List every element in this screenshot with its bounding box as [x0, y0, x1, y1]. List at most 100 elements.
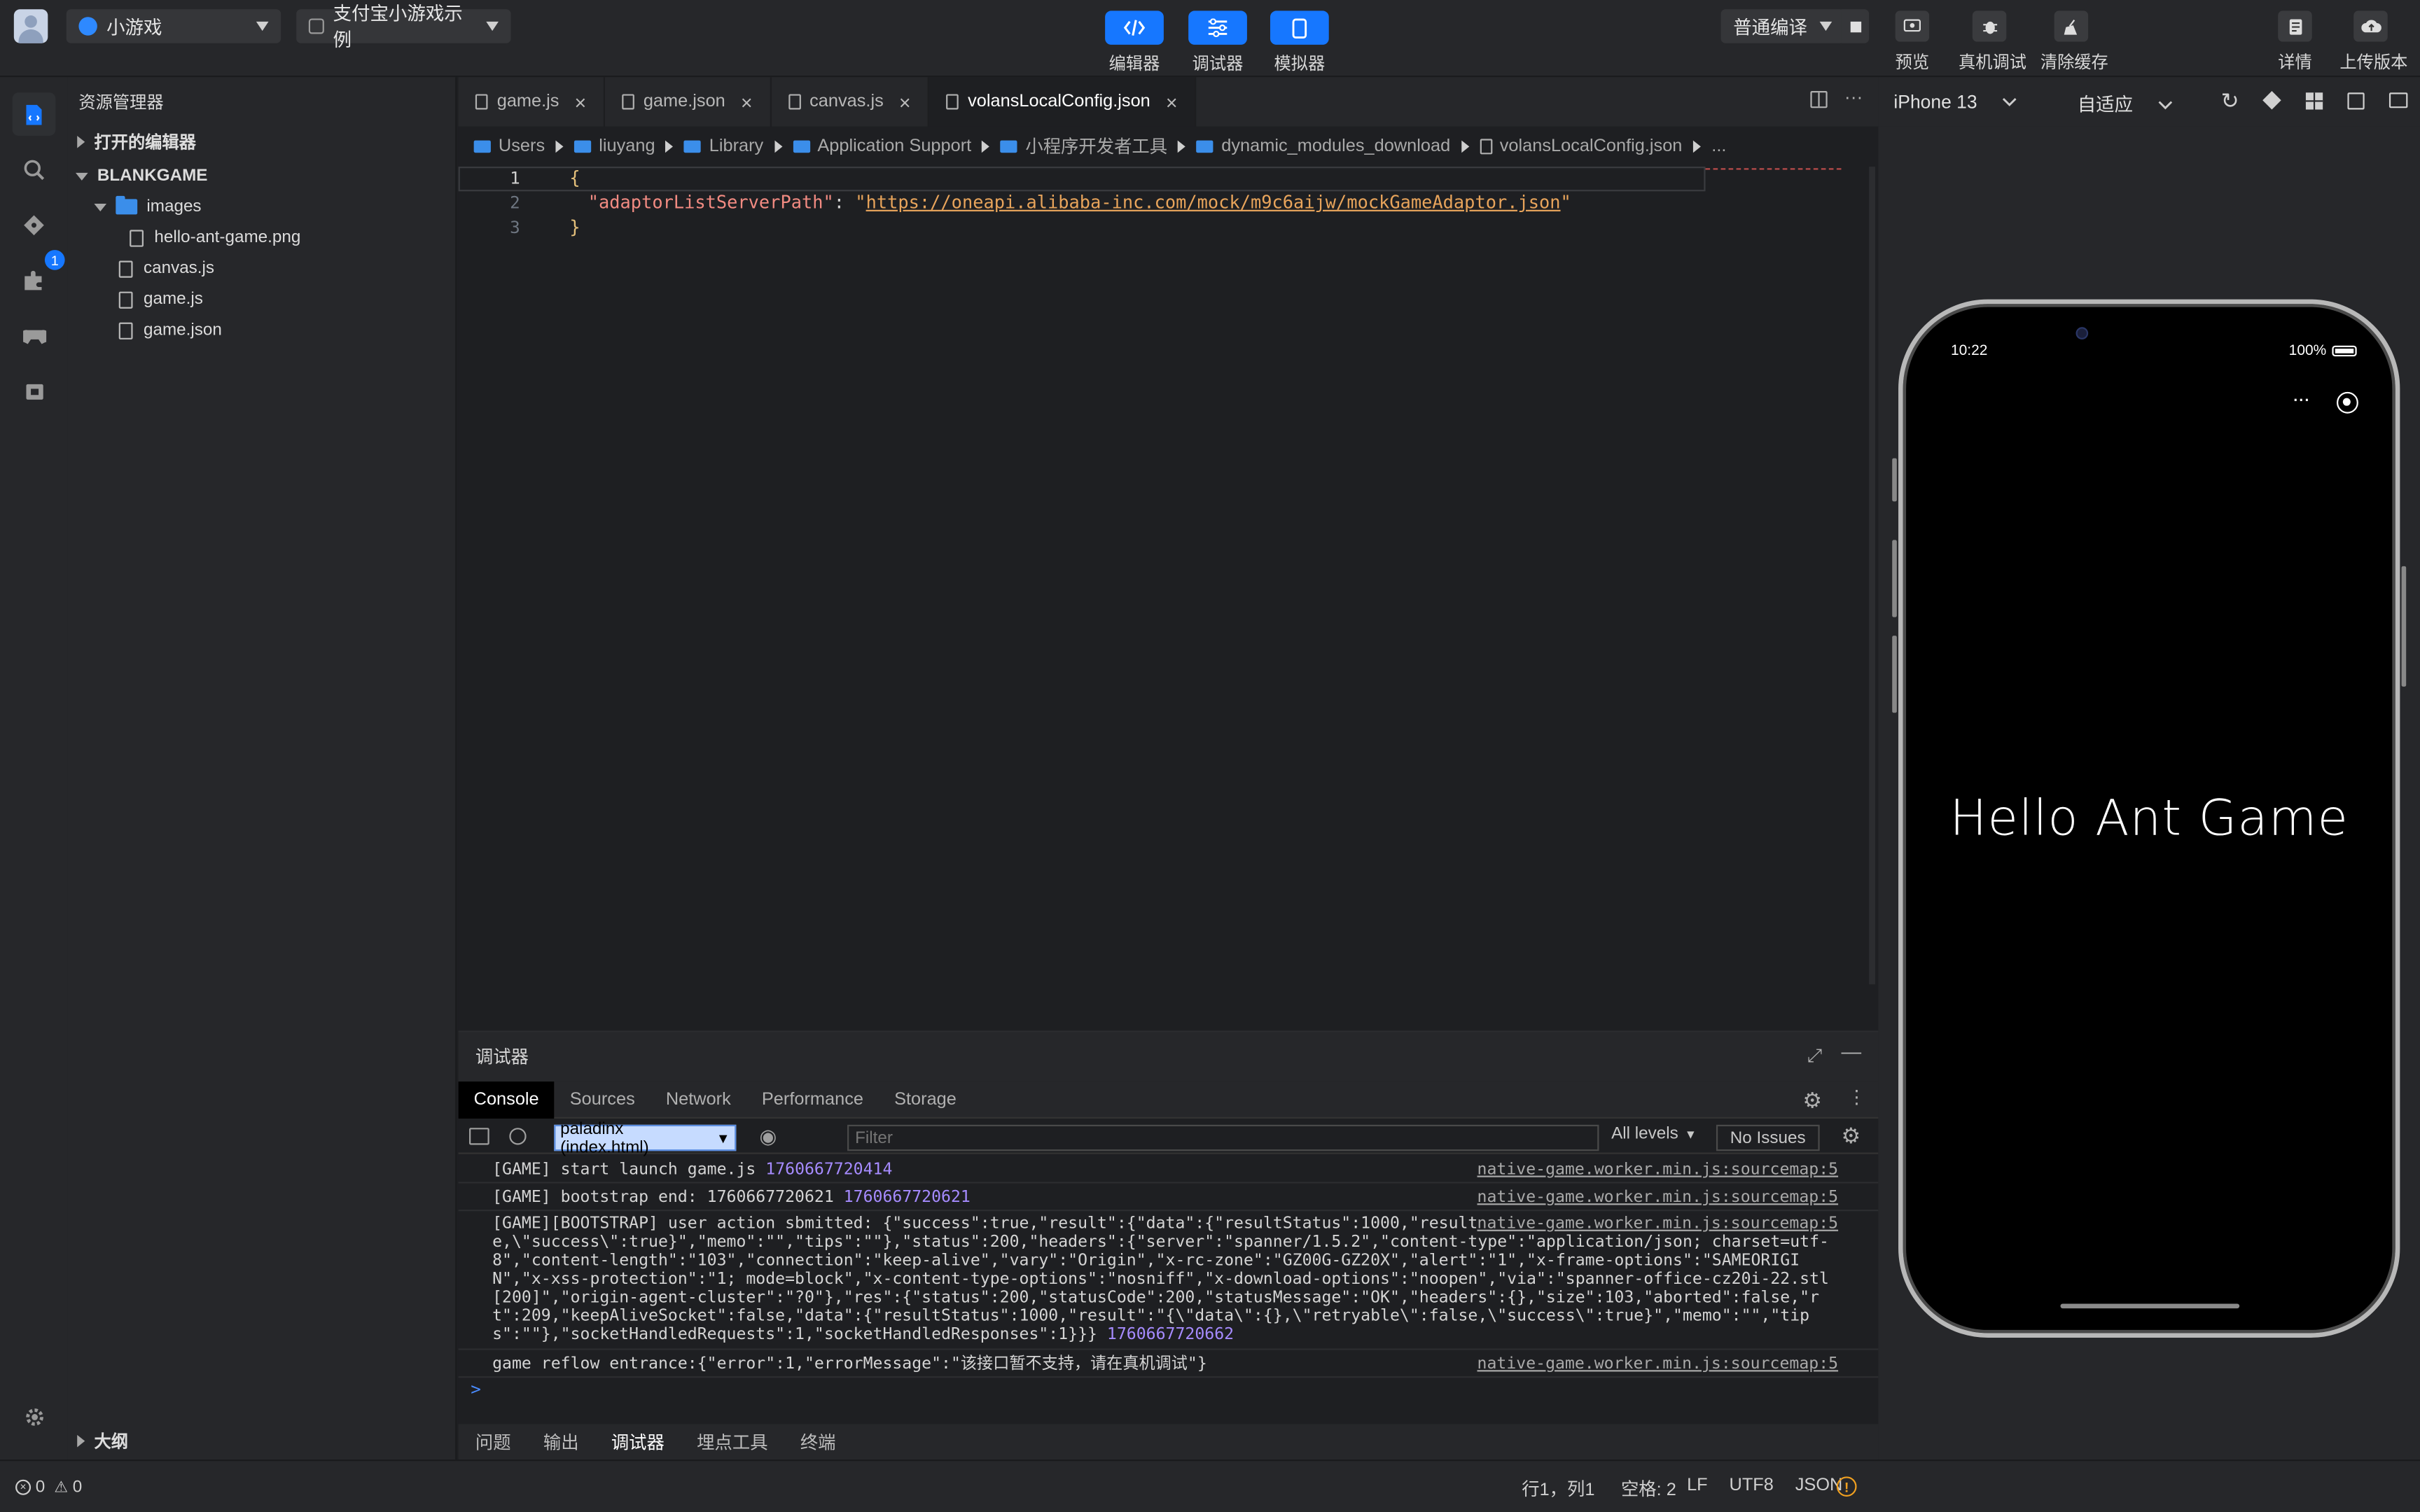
scale-dropdown[interactable]: 自适应 [2078, 91, 2174, 117]
editor-scrollbar[interactable] [1869, 167, 1875, 985]
tab-storage[interactable]: Storage [879, 1081, 972, 1118]
device-dropdown[interactable]: iPhone 13 [1893, 91, 2017, 113]
tab-network[interactable]: Network [651, 1081, 746, 1118]
preview-button[interactable]: 预览 [1882, 10, 1943, 74]
breadcrumb-item[interactable]: dynamic_modules_download [1197, 137, 1450, 156]
issues-button[interactable]: No Issues [1716, 1124, 1820, 1152]
notification-icon[interactable]: ! [1836, 1476, 1857, 1497]
game-activity-button[interactable] [13, 315, 56, 358]
source-control-activity-button[interactable] [13, 204, 56, 247]
close-icon[interactable]: × [899, 90, 911, 113]
store-activity-button[interactable] [13, 370, 56, 414]
breadcrumb-item[interactable]: volansLocalConfig.json [1480, 137, 1682, 156]
breadcrumb-item[interactable]: liuyang [573, 137, 655, 156]
settings-gear-icon[interactable]: ⚙ [1802, 1088, 1822, 1114]
tab-tracking-tool[interactable]: 埋点工具 [697, 1429, 767, 1454]
grid-icon[interactable] [2305, 92, 2323, 110]
sidebar-toggle-icon[interactable] [469, 1128, 489, 1145]
tab-performance[interactable]: Performance [746, 1081, 879, 1118]
close-icon[interactable]: × [575, 90, 587, 113]
kebab-menu-icon[interactable]: ⋮ [1847, 1086, 1865, 1108]
close-capsule-icon[interactable] [2337, 391, 2358, 414]
device-debug-button[interactable]: 真机调试 [1959, 10, 2026, 74]
mode-editor-button[interactable]: 编辑器 [1093, 10, 1176, 76]
console-prompt[interactable]: > [471, 1379, 481, 1399]
tab-game-js[interactable]: game.js × [459, 77, 605, 127]
tree-item-game-js[interactable]: game.js [68, 284, 455, 315]
screenshot-icon[interactable] [2347, 92, 2365, 110]
tab-game-json[interactable]: game.json × [605, 77, 772, 127]
tab-canvas-js[interactable]: canvas.js × [771, 77, 930, 127]
gear-icon [25, 1408, 43, 1425]
log-source-link[interactable]: native-game.worker.min.js:sourcemap:5 [1477, 1214, 1839, 1233]
more-icon[interactable]: ··· [2292, 387, 2310, 409]
tab-problems[interactable]: 问题 [475, 1429, 511, 1454]
tab-label: game.js [496, 92, 559, 111]
minimize-icon[interactable]: — [1841, 1040, 1861, 1063]
project-root[interactable]: BLANKGAME [68, 160, 455, 191]
breadcrumb-item[interactable]: Users [473, 137, 545, 156]
compile-mode-dropdown[interactable]: 普通编译 [1720, 9, 1844, 43]
clear-console-icon[interactable] [509, 1128, 527, 1145]
log-source-link[interactable]: native-game.worker.min.js:sourcemap:5 [1477, 1188, 1839, 1206]
tab-debugger[interactable]: 调试器 [611, 1429, 665, 1454]
tree-item-images[interactable]: images [68, 191, 455, 222]
json-url-link[interactable]: https://oneapi.alibaba-inc.com/mock/m9c6… [866, 191, 1561, 213]
indentation[interactable]: 空格: 2 [1621, 1476, 1676, 1501]
log-source-link[interactable]: native-game.worker.min.js:sourcemap:5 [1477, 1354, 1839, 1373]
open-editors-section[interactable]: 打开的编辑器 [68, 127, 455, 158]
refresh-icon[interactable]: ↻ [2221, 88, 2239, 114]
mode-debugger-button[interactable]: 调试器 [1176, 10, 1260, 76]
console-filter-input[interactable] [847, 1124, 1599, 1152]
cursor-position[interactable]: 行1，列1 [1522, 1476, 1594, 1501]
details-button[interactable]: 详情 [2264, 10, 2325, 74]
mode-simulator-button[interactable]: 模拟器 [1258, 10, 1341, 76]
search-activity-button[interactable] [13, 148, 56, 192]
code-line: "adaptorListServerPath": "https://oneapi… [588, 191, 1571, 213]
tab-console[interactable]: Console [458, 1080, 555, 1118]
tree-item-canvas-js[interactable]: canvas.js [68, 253, 455, 284]
outline-section[interactable]: 大纲 [77, 1426, 128, 1457]
close-icon[interactable]: × [741, 90, 753, 113]
folder-icon [1001, 140, 1018, 153]
stop-button[interactable] [1841, 9, 1870, 43]
explorer-activity-button[interactable] [12, 92, 56, 136]
log-source-link[interactable]: native-game.worker.min.js:sourcemap:5 [1477, 1160, 1839, 1178]
problems-indicator[interactable]: × 0 ⚠ 0 [15, 1478, 82, 1497]
upload-button[interactable]: 上传版本 [2339, 10, 2407, 74]
cube-icon[interactable] [2262, 91, 2281, 110]
window-icon[interactable] [2388, 92, 2408, 108]
line-ending[interactable]: LF [1687, 1476, 1708, 1494]
tab-terminal[interactable]: 终端 [800, 1429, 836, 1454]
project-name-dropdown[interactable]: 支付宝小游戏示例 [296, 3, 511, 51]
breadcrumb-item[interactable]: 小程序开发者工具 [1001, 134, 1167, 159]
tree-item-game-json[interactable]: game.json [68, 315, 455, 346]
tab-output[interactable]: 输出 [543, 1429, 579, 1454]
project-type-dropdown[interactable]: 小游戏 [66, 9, 281, 43]
console-settings-icon[interactable]: ⚙ [1841, 1124, 1861, 1149]
context-selector[interactable]: paladinx (index.html) ▼ [554, 1119, 737, 1156]
extensions-activity-button[interactable]: 1 [13, 250, 65, 302]
breadcrumb-label: Application Support [817, 137, 972, 156]
tree-item-hello-ant-game[interactable]: hello-ant-game.png [68, 222, 455, 253]
chevron-down-icon [76, 172, 88, 180]
split-editor-icon[interactable] [1810, 91, 1828, 108]
breadcrumb-item[interactable]: Library [684, 137, 763, 156]
code-editor[interactable]: 1 2 3 { "adaptorListServerPath": "https:… [458, 167, 1879, 1031]
tab-volans-local-config[interactable]: volansLocalConfig.json × [929, 77, 1197, 127]
breadcrumb-item[interactable]: ... [1711, 137, 1726, 155]
more-icon[interactable]: ··· [1844, 86, 1863, 108]
settings-activity-button[interactable] [13, 1395, 56, 1438]
language-mode[interactable]: JSON [1795, 1476, 1843, 1494]
debugger-header: 调试器 ⤢ — [458, 1032, 1879, 1082]
clear-cache-button[interactable]: 清除缓存 [2040, 10, 2108, 74]
close-icon[interactable]: × [1166, 90, 1178, 113]
avatar[interactable] [13, 9, 48, 43]
breadcrumb-item[interactable]: Application Support [793, 137, 972, 156]
eye-icon[interactable]: ◉ [759, 1125, 777, 1149]
encoding[interactable]: UTF8 [1730, 1476, 1774, 1494]
maximize-icon[interactable]: ⤢ [1807, 1044, 1822, 1068]
tab-sources[interactable]: Sources [555, 1081, 651, 1118]
phone-icon [1270, 10, 1329, 45]
log-levels-dropdown[interactable]: All levels ▼ [1611, 1125, 1697, 1143]
